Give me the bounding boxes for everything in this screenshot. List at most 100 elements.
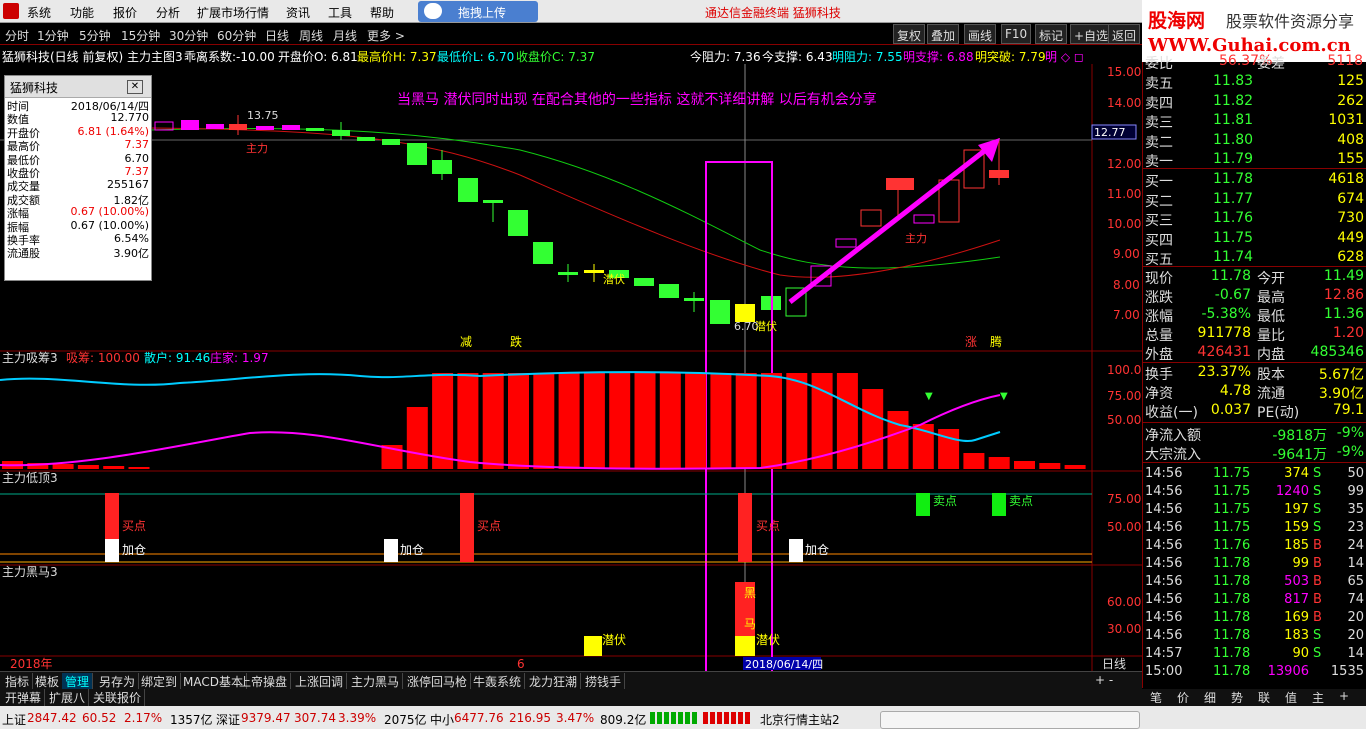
tick-price: 11.78 — [1213, 664, 1251, 679]
indicator-tab[interactable]: 另存为 — [96, 673, 140, 690]
menu-analysis[interactable]: 分析 — [156, 4, 180, 21]
indicator-tab[interactable]: 主力黑马 — [348, 673, 404, 690]
indicator-tab[interactable]: 捞钱手 — [582, 673, 626, 690]
popup-row-value: 0.67 (10.00%) — [70, 205, 149, 219]
indicator-tab[interactable]: 指标 — [2, 673, 34, 690]
quote-tab[interactable]: 联 — [1258, 689, 1270, 706]
indicator-tab[interactable]: 模板 — [32, 673, 64, 690]
xichou-bar — [533, 373, 555, 469]
period-tab[interactable]: 1分钟 — [37, 27, 69, 44]
status-bar: 上证 2847.42 60.52 2.17% 1357亿 深证 9379.47 … — [0, 706, 1366, 729]
extra-tab[interactable]: 关联报价 — [90, 689, 146, 706]
indicator-tab[interactable]: 绑定到 — [138, 673, 182, 690]
tick-time: 14:56 — [1145, 484, 1183, 499]
tomorrow-resist: 明阻力: 7.55 — [832, 50, 903, 64]
period-tab[interactable]: 30分钟 — [169, 27, 208, 44]
xichou-bar — [659, 373, 681, 469]
adjust-button[interactable]: 复权 — [893, 24, 926, 44]
ask-label: 卖三 — [1145, 115, 1173, 131]
menu-extended-market[interactable]: 扩展市场行情 — [197, 4, 269, 21]
stat-value: 11.49 — [1323, 268, 1364, 284]
data-window-popup[interactable]: 猛狮科技 ✕ 时间 2018/06/14/四 数值 12.770 开盘价 6.81 (1.… — [4, 75, 152, 281]
menu-function[interactable]: 功能 — [70, 4, 94, 21]
stat-value: 11.78 — [1210, 268, 1251, 284]
kline-chart[interactable]: 15.00 14.00 12.00 11.00 10.00 9.00 8.00 … — [0, 64, 1142, 675]
bid-volume: 730 — [1337, 210, 1364, 226]
quote-tab[interactable]: 细 — [1204, 689, 1216, 706]
popup-row: 收盘价 7.37 — [5, 165, 151, 180]
candle — [634, 278, 654, 286]
extra-tab[interactable]: 开弹幕 — [2, 689, 46, 706]
bid-row: 买一 11.78 4618 — [1143, 170, 1366, 190]
period-more[interactable]: 更多 > — [367, 27, 405, 44]
price-tick: 7.00 — [1113, 308, 1140, 322]
price-tick: 11.00 — [1107, 187, 1141, 201]
zx-index-change: 216.95 — [509, 711, 551, 725]
panel4-tick: 60.00 — [1107, 595, 1141, 609]
panel2-title: 主力吸筹3 — [2, 351, 58, 365]
bid-label: 买一 — [1145, 174, 1173, 190]
period-tab[interactable]: 月线 — [333, 27, 357, 44]
indicator-tab[interactable]: 龙力狂潮 — [526, 673, 582, 690]
menu-tools[interactable]: 工具 — [328, 4, 352, 21]
candle — [913, 214, 935, 224]
period-tab-active[interactable]: 日线 — [265, 27, 289, 44]
draw-button[interactable]: 画线 — [964, 24, 997, 44]
popup-row: 流通股 3.90亿 — [5, 245, 151, 260]
qianfu-bar — [735, 636, 755, 656]
xichou-bar — [583, 373, 605, 469]
tick-time: 14:56 — [1145, 466, 1183, 481]
ask-volume: 408 — [1337, 131, 1364, 148]
popup-row-value: 255167 — [107, 178, 149, 192]
buy-label: 买点 — [122, 519, 146, 533]
period-tab[interactable]: 5分钟 — [79, 27, 111, 44]
stat2-row: 收益(一) 0.037 PE(动) 79.1 — [1143, 401, 1366, 421]
quote-tab[interactable]: + — [1339, 689, 1349, 703]
indicator-tab[interactable]: 上帝操盘 — [236, 673, 292, 690]
quote-tab[interactable]: 笔 — [1150, 689, 1162, 706]
annotation-text: 当黑马 潜伏同时出现 在配合其他的一些指标 这就不详细讲解 以后有机会分享 — [397, 91, 877, 108]
menu-news[interactable]: 资讯 — [286, 4, 310, 21]
sell-bar — [916, 493, 930, 516]
stat2-label: 换手 — [1145, 367, 1173, 383]
candle — [710, 300, 730, 324]
quote-tab[interactable]: 值 — [1285, 689, 1297, 706]
quote-tab[interactable]: 价 — [1177, 689, 1189, 706]
signal-zhang: 涨 — [965, 334, 977, 349]
add-favorite-button[interactable]: +自选 — [1070, 24, 1113, 44]
menu-quote[interactable]: 报价 — [113, 4, 137, 21]
period-tab[interactable]: 周线 — [299, 27, 323, 44]
server-name[interactable]: 北京行情主站2 — [760, 711, 840, 728]
panel2-tick: 50.00 — [1107, 413, 1141, 427]
mark-button[interactable]: 标记 — [1035, 24, 1068, 44]
tick-volume: 90 — [1292, 646, 1309, 661]
zx-index-value: 6477.76 — [454, 711, 504, 725]
stat2-label: 收益(一) — [1145, 405, 1198, 421]
period-label: 日线 — [1102, 657, 1126, 671]
f10-button[interactable]: F10 — [1001, 24, 1032, 44]
indicator-tab[interactable]: 涨停回马枪 — [404, 673, 472, 690]
indicator-tab[interactable]: 牛轰系统 — [470, 673, 526, 690]
close-icon[interactable]: ✕ — [127, 80, 143, 94]
stat2-value: 5.67亿 — [1318, 367, 1364, 383]
period-tab[interactable]: 15分钟 — [121, 27, 160, 44]
indicator-tab[interactable]: 管理 — [62, 673, 94, 690]
period-tab[interactable]: 分时 — [5, 27, 29, 44]
zoom-buttons[interactable]: + - — [1092, 673, 1116, 687]
back-button[interactable]: 返回 — [1108, 24, 1141, 44]
indicator-info-line: 猛狮科技(日线 前复权) 主力主图3 乖离系数:-10.00 开盘价O: 6.8… — [0, 46, 1142, 64]
menu-help[interactable]: 帮助 — [370, 4, 394, 21]
quote-tab[interactable]: 主 — [1312, 689, 1324, 706]
quote-tab[interactable]: 势 — [1231, 689, 1243, 706]
menu-system[interactable]: 系统 — [27, 4, 51, 21]
period-tab[interactable]: 60分钟 — [217, 27, 256, 44]
indicator-tab[interactable]: 上涨回调 — [292, 673, 348, 690]
notification-toast[interactable] — [880, 711, 1140, 729]
tick-row: 15:00 11.78 13906 1535 — [1143, 663, 1366, 681]
xichou-bar — [862, 389, 884, 469]
overlay-button[interactable]: 叠加 — [927, 24, 960, 44]
upload-button[interactable]: 拖拽上传 — [418, 1, 538, 22]
extra-tab[interactable]: 扩展八 — [46, 689, 90, 706]
tick-time: 14:56 — [1145, 610, 1183, 625]
ask-label: 卖二 — [1145, 134, 1173, 151]
